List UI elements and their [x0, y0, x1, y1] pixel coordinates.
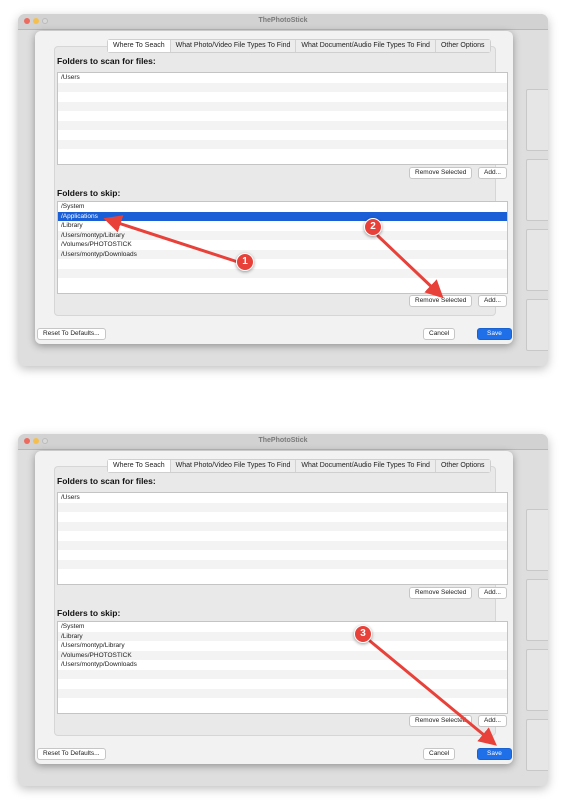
arrow-1 [103, 215, 240, 264]
tab-other-options[interactable]: Other Options [435, 40, 490, 52]
tab-other-options[interactable]: Other Options [435, 460, 490, 472]
tab-where-to-search[interactable]: Where To Seach [108, 460, 171, 472]
callout-badge-2: 2 [364, 218, 382, 236]
tab-where-to-search[interactable]: Where To Seach [108, 40, 171, 52]
arrow-2 [376, 234, 444, 299]
annotation-arrows [103, 215, 497, 746]
tab-photo-video-types[interactable]: What Photo/Video File Types To Find [170, 40, 297, 52]
tab-bar: Where To Seach What Photo/Video File Typ… [107, 459, 491, 473]
tab-photo-video-types[interactable]: What Photo/Video File Types To Find [170, 460, 297, 472]
tab-document-audio-types[interactable]: What Document/Audio File Types To Find [296, 460, 436, 472]
callout-badge-1: 1 [236, 253, 254, 271]
tab-bar: Where To Seach What Photo/Video File Typ… [107, 39, 491, 53]
callout-badge-3: 3 [354, 625, 372, 643]
arrow-3 [368, 639, 497, 746]
tab-document-audio-types[interactable]: What Document/Audio File Types To Find [296, 40, 436, 52]
